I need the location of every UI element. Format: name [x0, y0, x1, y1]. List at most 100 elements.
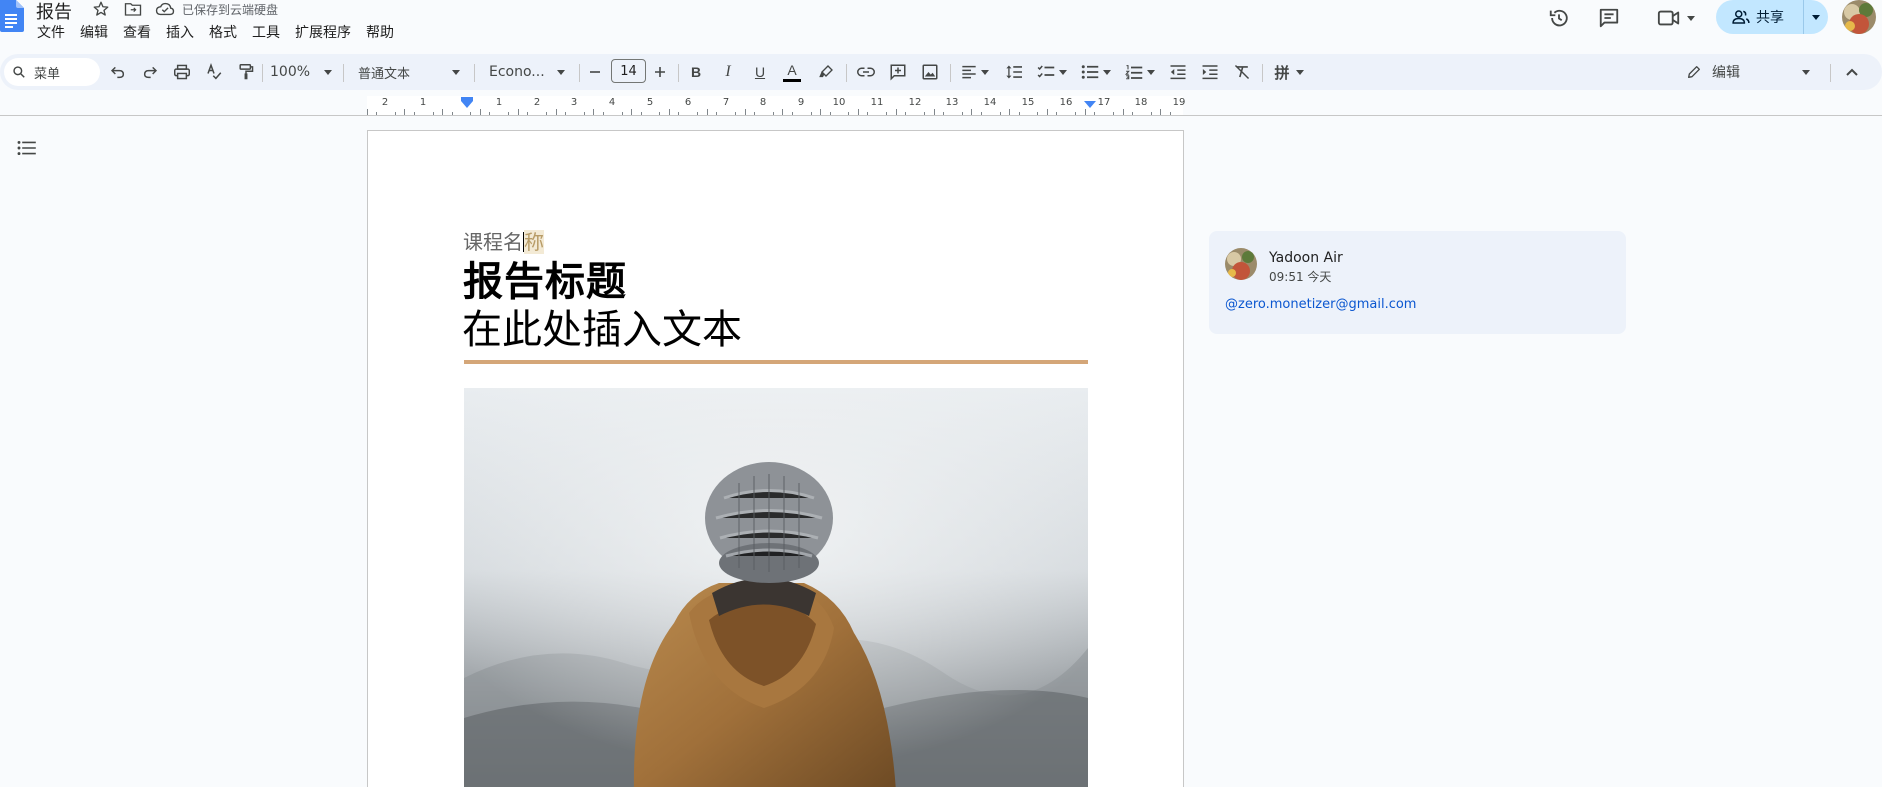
ruler-number: 7 — [722, 97, 730, 108]
share-button[interactable]: 共享 — [1716, 0, 1828, 34]
minus-icon — [590, 71, 600, 73]
underline-button[interactable]: U — [748, 58, 772, 86]
docs-logo-icon[interactable] — [0, 0, 24, 36]
font-select[interactable]: Econo... — [489, 58, 565, 86]
bulleted-list-button[interactable] — [1078, 58, 1114, 86]
hero-image[interactable] — [464, 388, 1088, 787]
share-main[interactable]: 共享 — [1716, 0, 1804, 34]
ruler-tick — [1000, 112, 1001, 115]
share-dropdown[interactable] — [1804, 0, 1828, 34]
ruler-tick — [1075, 112, 1076, 115]
document-title[interactable]: 报告 — [36, 0, 72, 24]
move-folder-icon[interactable] — [123, 0, 143, 18]
ruler-tick — [1160, 109, 1161, 115]
ruler-number: 9 — [797, 97, 805, 108]
ruler-tick — [1009, 109, 1010, 115]
hide-menus-button[interactable] — [1838, 58, 1866, 86]
menu-tools[interactable]: 工具 — [252, 23, 288, 43]
ruler-tick — [442, 109, 443, 115]
align-button[interactable] — [958, 58, 992, 86]
saved-status: 已保存到云端硬盘 — [182, 3, 279, 17]
menu-insert[interactable]: 插入 — [166, 23, 202, 43]
increase-indent-button[interactable] — [1198, 58, 1222, 86]
checklist-button[interactable] — [1034, 58, 1070, 86]
chevron-down-icon — [981, 69, 989, 75]
toolbar-divider — [678, 64, 679, 82]
ruler-number: 19 — [1172, 97, 1186, 108]
decrease-font-size-button[interactable] — [585, 58, 605, 86]
numbered-list-icon — [1125, 65, 1143, 80]
ruler-tick — [1085, 109, 1086, 115]
ruler-tick — [848, 112, 849, 115]
menu-file[interactable]: 文件 — [37, 23, 73, 43]
ruler[interactable]: 2 1 1 2 3 4 5 6 7 8 9 10 11 12 13 14 15 16 17 18 19 — [0, 96, 1882, 116]
menu-format[interactable]: 格式 — [209, 23, 245, 43]
clear-formatting-button[interactable] — [1230, 58, 1254, 86]
print-icon — [174, 64, 190, 80]
menu-edit[interactable]: 编辑 — [80, 23, 116, 43]
body-placeholder-text[interactable]: 在此处插入文本 — [462, 297, 742, 355]
line-spacing-button[interactable] — [1002, 58, 1026, 86]
ruler-number: 11 — [870, 97, 884, 108]
italic-button[interactable]: I — [716, 58, 740, 86]
increase-font-size-button[interactable] — [650, 58, 670, 86]
decrease-indent-button[interactable] — [1166, 58, 1190, 86]
comments-icon[interactable] — [1593, 2, 1625, 34]
ruler-number: 4 — [608, 97, 616, 108]
numbered-list-button[interactable] — [1122, 58, 1158, 86]
redo-button[interactable] — [138, 58, 162, 86]
editing-mode-label: 编辑 — [1712, 65, 1740, 81]
comment-card[interactable]: Yadoon Air 09:51 今天 @zero.monetizer@gmai… — [1209, 231, 1626, 334]
right-indent-marker[interactable] — [1084, 101, 1096, 108]
comment-body[interactable]: @zero.monetizer@gmail.com — [1225, 297, 1416, 312]
toolbar-divider — [1830, 64, 1831, 82]
menu-bar: 文件 编辑 查看 插入 格式 工具 扩展程序 帮助 — [37, 23, 409, 43]
star-icon[interactable] — [91, 0, 111, 18]
search-menus[interactable]: 菜单 — [4, 58, 100, 86]
input-tools-button[interactable]: 拼 — [1270, 58, 1308, 86]
ruler-number: 17 — [1097, 97, 1111, 108]
toolbar-divider — [1262, 64, 1263, 82]
insert-comment-button[interactable] — [886, 58, 910, 86]
zoom-select[interactable]: 100% — [270, 58, 333, 86]
account-avatar[interactable] — [1842, 0, 1876, 34]
menu-help[interactable]: 帮助 — [366, 23, 402, 43]
meet-button[interactable] — [1651, 2, 1701, 34]
menu-view[interactable]: 查看 — [123, 23, 159, 43]
undo-button[interactable] — [106, 58, 130, 86]
toolbar-divider — [262, 64, 263, 82]
toolbar-divider — [950, 64, 951, 82]
chevron-down-icon — [1802, 69, 1810, 75]
highlighter-icon — [819, 65, 833, 78]
font-size-input[interactable]: 14 — [611, 59, 646, 83]
text-color-button[interactable]: A — [780, 58, 804, 86]
cloud-saved-icon[interactable] — [154, 0, 176, 18]
document-outline-button[interactable] — [16, 137, 38, 159]
indent-decrease-icon — [1170, 65, 1186, 80]
spellcheck-button[interactable] — [202, 58, 226, 86]
left-indent-marker[interactable] — [461, 101, 473, 108]
highlight-button[interactable] — [814, 58, 838, 86]
insert-link-button[interactable] — [854, 58, 878, 86]
insert-image-button[interactable] — [918, 58, 942, 86]
chevron-up-icon — [1846, 68, 1858, 76]
bold-button[interactable]: B — [684, 58, 708, 86]
menu-extensions[interactable]: 扩展程序 — [295, 23, 359, 43]
chevron-down-icon — [1812, 14, 1820, 20]
version-history-icon[interactable] — [1543, 2, 1575, 34]
chevron-down-icon — [557, 69, 565, 75]
ruler-tick — [792, 112, 793, 115]
editing-mode-select[interactable]: 编辑 — [1686, 58, 1810, 86]
ruler-number: 2 — [533, 97, 541, 108]
ruler-tick — [1047, 109, 1048, 115]
document-page[interactable]: 课程名称 报告标题 在此处插入文本 — [367, 130, 1184, 787]
ruler-tick — [433, 112, 434, 115]
paragraph-style-select[interactable]: 普通文本 — [358, 58, 460, 86]
ruler-tick — [518, 109, 519, 115]
line-spacing-icon — [1006, 65, 1022, 79]
ruler-tick — [546, 112, 547, 115]
print-button[interactable] — [170, 58, 194, 86]
paint-format-button[interactable] — [234, 58, 258, 86]
chevron-down-icon — [1687, 15, 1695, 21]
ruler-number: 3 — [570, 97, 578, 108]
